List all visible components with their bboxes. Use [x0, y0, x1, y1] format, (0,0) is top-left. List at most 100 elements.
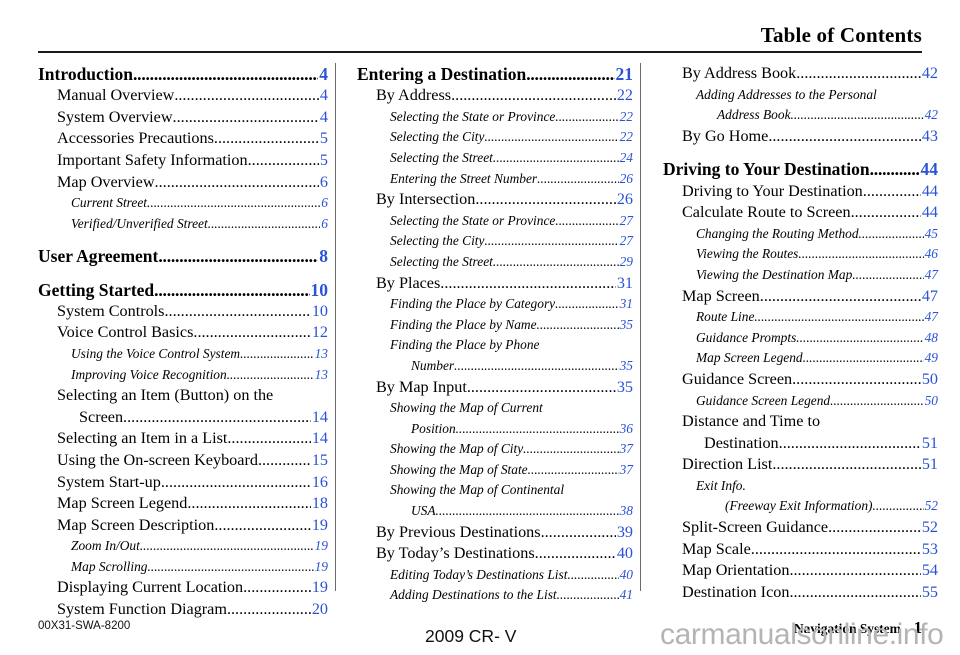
- toc-entry[interactable]: Finding the Place by Phone..............…: [357, 335, 633, 356]
- toc-entry[interactable]: By Go Home..............................…: [663, 126, 938, 148]
- toc-entry[interactable]: Adding Addresses to the Personal........…: [663, 85, 938, 106]
- toc-entry[interactable]: Showing the Map of City.................…: [357, 439, 633, 460]
- footer-document-code: 00X31-SWA-8200: [38, 620, 131, 632]
- toc-leader-dots: ........................................…: [790, 107, 924, 123]
- toc-page-number: 39: [616, 522, 633, 541]
- toc-entry[interactable]: System Start-up.........................…: [38, 472, 328, 494]
- toc-entry[interactable]: (Freeway Exit Information)..............…: [663, 496, 938, 517]
- toc-entry[interactable]: Viewing the Routes......................…: [663, 244, 938, 265]
- toc-entry[interactable]: By Places...............................…: [357, 273, 633, 295]
- toc-entry[interactable]: Route Line..............................…: [663, 307, 938, 328]
- toc-entry[interactable]: Getting Started.........................…: [38, 279, 328, 301]
- toc-entry[interactable]: Selecting an Item in a List.............…: [38, 428, 328, 450]
- toc-entry[interactable]: Verified/Unverified Street..............…: [38, 214, 328, 235]
- toc-entry[interactable]: Split-Screen Guidance...................…: [663, 517, 938, 539]
- toc-entry[interactable]: Manual Overview.........................…: [38, 85, 328, 107]
- toc-entry-title: Current Street: [71, 195, 147, 211]
- toc-entry[interactable]: Screen..................................…: [38, 407, 328, 429]
- toc-entry-title: Map Scale: [682, 539, 751, 558]
- toc-entry[interactable]: Displaying Current Location.............…: [38, 577, 328, 599]
- toc-entry[interactable]: Map Screen..............................…: [663, 286, 938, 308]
- toc-entry[interactable]: Selecting the State or Province.........…: [357, 211, 633, 232]
- toc-page-number: 13: [314, 345, 328, 361]
- toc-page-number: 19: [314, 538, 328, 554]
- toc-entry[interactable]: Introduction............................…: [38, 63, 328, 85]
- toc-entry[interactable]: Selecting the City......................…: [357, 127, 633, 148]
- toc-entry[interactable]: Guidance Screen.........................…: [663, 369, 938, 391]
- toc-entry[interactable]: Showing the Map of Continental..........…: [357, 480, 633, 501]
- toc-entry[interactable]: Driving to Your Destination.............…: [663, 158, 938, 180]
- toc-entry[interactable]: Position................................…: [357, 419, 633, 440]
- toc-entry-title: Finding the Place by Name: [390, 316, 537, 332]
- toc-entry-title: Number: [411, 357, 455, 373]
- toc-entry[interactable]: Finding the Place by Category...........…: [357, 294, 633, 315]
- toc-entry[interactable]: Direction List..........................…: [663, 454, 938, 476]
- toc-entry[interactable]: Showing the Map of State................…: [357, 460, 633, 481]
- toc-entry[interactable]: Finding the Place by Name...............…: [357, 315, 633, 336]
- toc-entry[interactable]: Distance and Time to....................…: [663, 411, 938, 433]
- toc-entry[interactable]: Entering the Street Number..............…: [357, 169, 633, 190]
- toc-leader-dots: ........................................…: [869, 159, 920, 180]
- toc-entry[interactable]: Selecting the Street....................…: [357, 252, 633, 273]
- toc-entry[interactable]: Map Screen Legend.......................…: [663, 348, 938, 369]
- toc-entry[interactable]: Voice Control Basics....................…: [38, 322, 328, 344]
- toc-entry[interactable]: Adding Destinations to the List.........…: [357, 585, 633, 606]
- toc-entry[interactable]: By Map Input............................…: [357, 377, 633, 399]
- toc-page-number: 22: [616, 86, 633, 105]
- toc-entry[interactable]: Destination Icon........................…: [663, 582, 938, 604]
- toc-entry[interactable]: Destination.............................…: [663, 433, 938, 455]
- toc-entry[interactable]: Viewing the Destination Map.............…: [663, 265, 938, 286]
- toc-entry[interactable]: Selecting the City......................…: [357, 231, 633, 252]
- toc-entry[interactable]: Accessories Precautions.................…: [38, 128, 328, 150]
- toc-entry[interactable]: Number..................................…: [357, 356, 633, 377]
- toc-entry[interactable]: System Controls.........................…: [38, 301, 328, 323]
- toc-entry[interactable]: By Today’s Destinations.................…: [357, 543, 633, 565]
- toc-entry[interactable]: Guidance Screen Legend..................…: [663, 391, 938, 412]
- toc-entry[interactable]: Map Scrolling...........................…: [38, 557, 328, 578]
- footer-right-group: Navigation System 1: [794, 618, 922, 638]
- toc-entry[interactable]: Selecting an Item (Button) on the.......…: [38, 385, 328, 407]
- toc-leader-dots: ........................................…: [527, 461, 619, 477]
- toc-entry[interactable]: Selecting the Street....................…: [357, 148, 633, 169]
- toc-entry[interactable]: Editing Today’s Destinations List.......…: [357, 565, 633, 586]
- toc-entry[interactable]: Improving Voice Recognition.............…: [38, 365, 328, 386]
- toc-page-number: 54: [921, 561, 938, 580]
- toc-entry[interactable]: Important Safety Information............…: [38, 150, 328, 172]
- toc-entry[interactable]: Map Scale...............................…: [663, 539, 938, 561]
- toc-entry[interactable]: User Agreement..........................…: [38, 245, 328, 267]
- toc-leader-dots: ........................................…: [796, 329, 924, 345]
- toc-page-number: 35: [619, 357, 633, 373]
- toc-entry[interactable]: Map Orientation.........................…: [663, 560, 938, 582]
- toc-entry[interactable]: Showing the Map of Current..............…: [357, 398, 633, 419]
- toc-entry[interactable]: Driving to Your Destination.............…: [663, 181, 938, 203]
- toc-entry[interactable]: System Overview.........................…: [38, 107, 328, 129]
- toc-entry[interactable]: Selecting the State or Province.........…: [357, 107, 633, 128]
- toc-entry[interactable]: By Address Book.........................…: [663, 63, 938, 85]
- toc-page-number: 37: [619, 441, 633, 457]
- toc-entry[interactable]: Exit Info...............................…: [663, 476, 938, 497]
- toc-entry[interactable]: By Previous Destinations................…: [357, 522, 633, 544]
- toc-entry-title: Screen: [79, 407, 124, 426]
- toc-entry[interactable]: Changing the Routing Method.............…: [663, 224, 938, 245]
- toc-page-number: 22: [619, 129, 633, 145]
- toc-entry[interactable]: USA.....................................…: [357, 501, 633, 522]
- toc-entry[interactable]: Using the On-screen Keyboard............…: [38, 450, 328, 472]
- toc-entry[interactable]: By Intersection.........................…: [357, 189, 633, 211]
- toc-entry[interactable]: Zoom In/Out.............................…: [38, 536, 328, 557]
- toc-entry[interactable]: Map Screen Description..................…: [38, 515, 328, 537]
- toc-entry[interactable]: Using the Voice Control System..........…: [38, 344, 328, 365]
- toc-entry[interactable]: By Address..............................…: [357, 85, 633, 107]
- toc-entry[interactable]: Current Street..........................…: [38, 193, 328, 214]
- toc-page-number: 47: [921, 286, 938, 305]
- toc-entry[interactable]: Guidance Prompts........................…: [663, 328, 938, 349]
- toc-entry[interactable]: Entering a Destination..................…: [357, 63, 633, 85]
- toc-entry-title: Showing the Map of City: [390, 441, 524, 457]
- toc-page-number: 15: [311, 450, 328, 469]
- toc-leader-dots: ........................................…: [214, 515, 311, 534]
- toc-entry[interactable]: Address Book............................…: [663, 105, 938, 126]
- toc-page-number: 24: [619, 149, 633, 165]
- toc-entry[interactable]: Map Overview............................…: [38, 172, 328, 194]
- toc-entry-title: Changing the Routing Method: [696, 225, 859, 241]
- toc-entry[interactable]: Calculate Route to Screen...............…: [663, 202, 938, 224]
- toc-entry[interactable]: Map Screen Legend.......................…: [38, 493, 328, 515]
